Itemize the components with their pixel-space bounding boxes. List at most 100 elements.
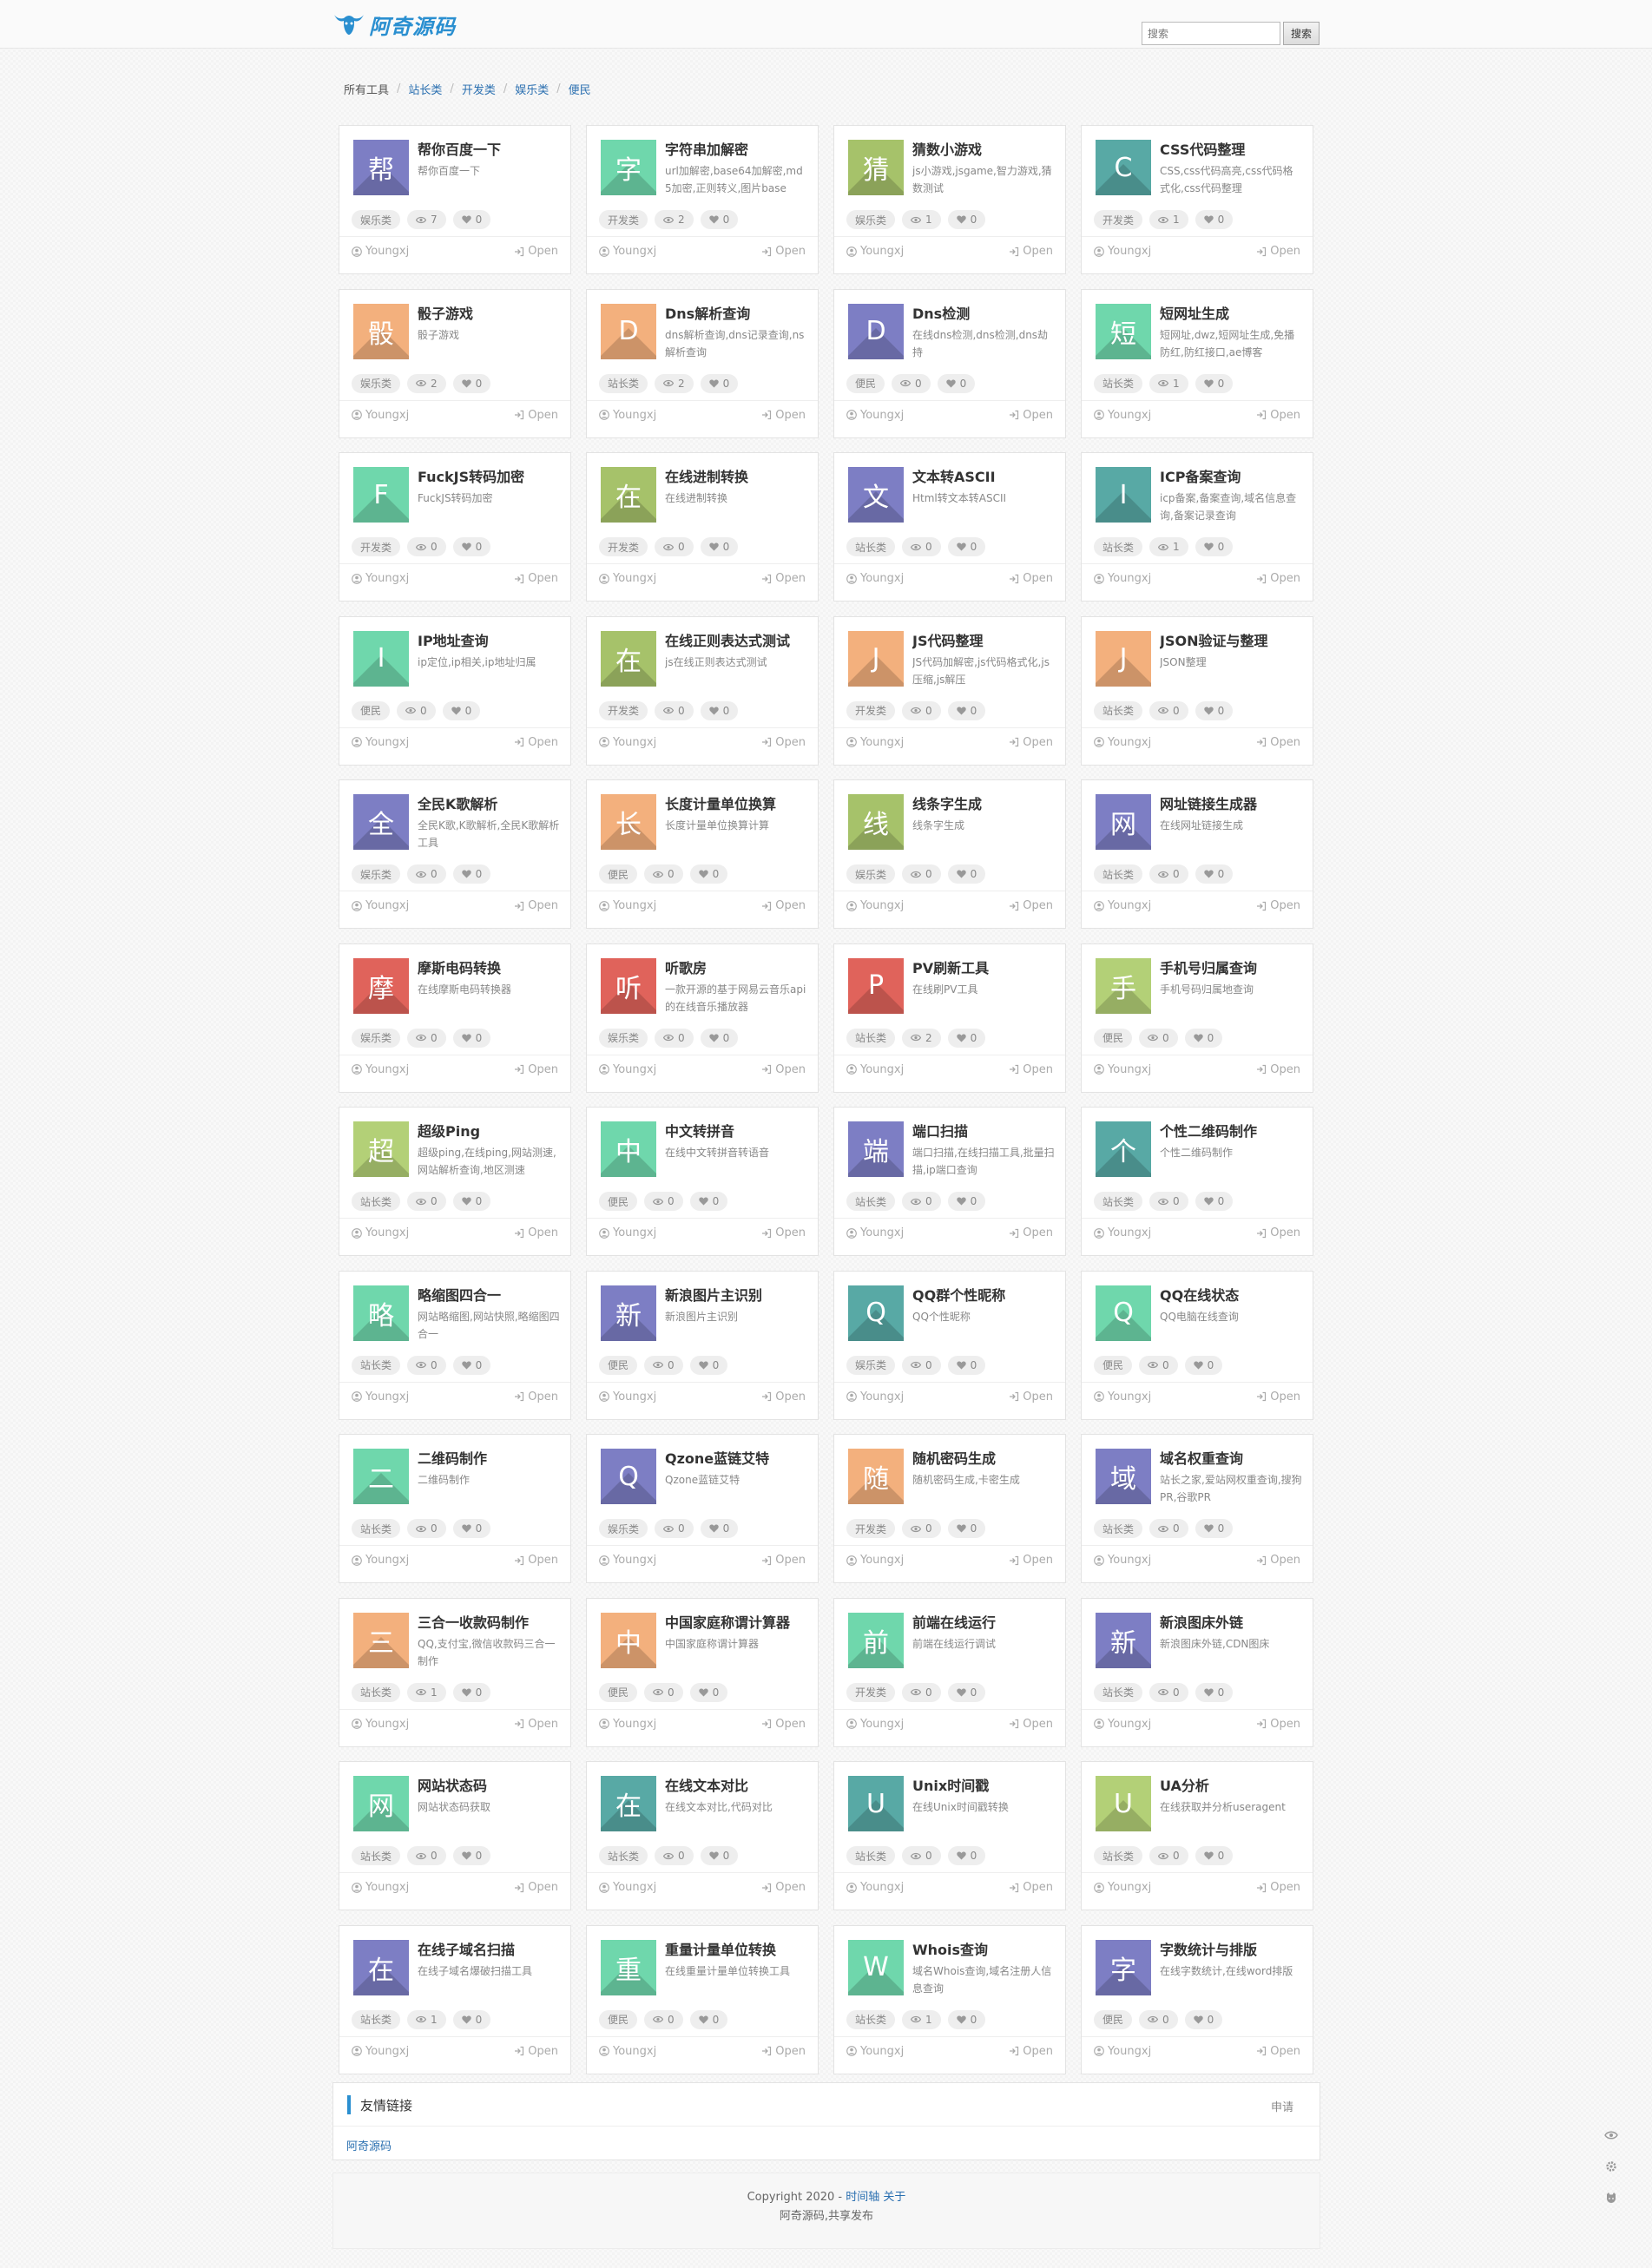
tool-title[interactable]: 猜数小游戏 bbox=[912, 138, 1058, 159]
like-count[interactable]: 0 bbox=[689, 1192, 728, 1211]
about-link[interactable]: 关于 bbox=[883, 2191, 905, 2204]
category-badge[interactable]: 站长类 bbox=[1094, 1846, 1143, 1865]
tool-title[interactable]: UA分析 bbox=[1160, 1774, 1306, 1795]
category-badge[interactable]: 娱乐类 bbox=[599, 1028, 648, 1048]
tool-title[interactable]: 手机号归属查询 bbox=[1160, 957, 1306, 977]
like-count[interactable]: 0 bbox=[452, 373, 491, 393]
open-link[interactable]: Open bbox=[761, 899, 806, 912]
open-link[interactable]: Open bbox=[514, 899, 558, 912]
category-badge[interactable]: 站长类 bbox=[846, 1846, 896, 1865]
site-logo[interactable]: 阿奇源码 bbox=[332, 7, 456, 42]
like-count[interactable]: 0 bbox=[947, 864, 986, 884]
tool-title[interactable]: 域名权重查询 bbox=[1160, 1447, 1306, 1468]
tool-title[interactable]: 帮你百度一下 bbox=[418, 138, 563, 159]
tool-title[interactable]: 三合一收款码制作 bbox=[418, 1611, 563, 1632]
tool-card[interactable]: D Dns检测 在线dns检测,dns检测,dns劫持 便民 0 0 Youngxj Open bbox=[833, 288, 1066, 438]
breadcrumb-item[interactable]: 开发类 bbox=[462, 81, 496, 97]
tool-title[interactable]: 略缩图四合一 bbox=[418, 1284, 563, 1305]
like-count[interactable]: 0 bbox=[700, 210, 739, 229]
like-count[interactable]: 0 bbox=[947, 1682, 986, 1702]
open-link[interactable]: Open bbox=[761, 1063, 806, 1076]
open-link[interactable]: Open bbox=[1256, 1390, 1300, 1404]
tool-card[interactable]: D Dns解析查询 dns解析查询,dns记录查询,ns解析查询 站长类 2 0 Young… bbox=[586, 288, 819, 438]
like-count[interactable]: 0 bbox=[689, 1355, 728, 1375]
like-count[interactable]: 0 bbox=[700, 1519, 739, 1538]
like-count[interactable]: 0 bbox=[452, 864, 491, 884]
tool-card[interactable]: 摩 摩斯电码转换 在线摩斯电码转换器 娱乐类 0 0 Youngxj Open bbox=[339, 943, 571, 1093]
like-count[interactable]: 0 bbox=[1184, 2009, 1223, 2029]
like-count[interactable]: 0 bbox=[700, 1846, 739, 1865]
like-count[interactable]: 0 bbox=[1195, 1192, 1234, 1211]
tool-title[interactable]: 在线文本对比 bbox=[665, 1774, 811, 1795]
like-count[interactable]: 0 bbox=[947, 1519, 986, 1538]
tool-title[interactable]: JSON验证与整理 bbox=[1160, 629, 1306, 650]
open-link[interactable]: Open bbox=[1009, 899, 1053, 912]
tool-card[interactable]: Q QQ群个性昵称 QQ个性昵称 娱乐类 0 0 Youngxj Open bbox=[833, 1270, 1066, 1420]
tool-card[interactable]: 个个性二维码制作 个性二维码制作 站长类 0 0 Youngxj Open bbox=[1081, 1107, 1313, 1256]
category-badge[interactable]: 便民 bbox=[1094, 1028, 1133, 1048]
open-link[interactable]: Open bbox=[761, 1554, 806, 1567]
tool-title[interactable]: 短网址生成 bbox=[1160, 302, 1306, 323]
open-link[interactable]: Open bbox=[1256, 2045, 1300, 2058]
category-badge[interactable]: 站长类 bbox=[352, 1192, 401, 1211]
open-link[interactable]: Open bbox=[1009, 245, 1053, 258]
category-badge[interactable]: 站长类 bbox=[1094, 1192, 1143, 1211]
open-link[interactable]: Open bbox=[1256, 1881, 1300, 1894]
category-badge[interactable]: 便民 bbox=[1094, 2009, 1133, 2029]
tool-card[interactable]: 新 新浪图床外链 新浪图床外链,CDN图床 站长类 0 0 Youngxj Open bbox=[1081, 1597, 1313, 1747]
category-badge[interactable]: 娱乐类 bbox=[352, 864, 401, 884]
open-link[interactable]: Open bbox=[1256, 572, 1300, 585]
search-input[interactable] bbox=[1142, 22, 1280, 45]
category-badge[interactable]: 站长类 bbox=[352, 1682, 401, 1702]
tool-title[interactable]: Whois查询 bbox=[912, 1938, 1058, 1959]
open-link[interactable]: Open bbox=[1256, 1554, 1300, 1567]
like-count[interactable]: 0 bbox=[700, 537, 739, 556]
open-link[interactable]: Open bbox=[761, 245, 806, 258]
apply-link[interactable]: 申请 bbox=[1271, 2098, 1293, 2114]
category-badge[interactable]: 开发类 bbox=[846, 1682, 896, 1702]
like-count[interactable]: 0 bbox=[700, 373, 739, 393]
like-count[interactable]: 0 bbox=[452, 1192, 491, 1211]
timeline-link[interactable]: 时间轴 bbox=[846, 2191, 879, 2204]
tool-card[interactable]: 在在线进制转换 在线进制转换 开发类 0 0 Youngxj Open bbox=[586, 452, 819, 602]
open-link[interactable]: Open bbox=[761, 1226, 806, 1239]
tool-card[interactable]: J JSON验证与整理 JSON整理 站长类 0 0 Youngxj Open bbox=[1081, 615, 1313, 766]
like-count[interactable]: 0 bbox=[1195, 210, 1234, 229]
tool-card[interactable]: I ICP备案查询 icp备案,备案查询,域名信息查询,备案记录查询 站长类 1 0 You… bbox=[1081, 452, 1313, 602]
category-badge[interactable]: 娱乐类 bbox=[352, 1028, 401, 1048]
like-count[interactable]: 0 bbox=[947, 1846, 986, 1865]
tool-card[interactable]: 全 全民K歌解析 全民K歌,K歌解析,全民K歌解析工具 娱乐类 0 0 Youngxj Ope… bbox=[339, 779, 571, 929]
tool-title[interactable]: 文本转ASCII bbox=[912, 465, 1058, 486]
tool-card[interactable]: J JS代码整理 JS代码加解密,js代码格式化,js压缩,js解压 开发类 0 0 You… bbox=[833, 615, 1066, 766]
category-badge[interactable]: 开发类 bbox=[846, 1519, 896, 1538]
open-link[interactable]: Open bbox=[1009, 1226, 1053, 1239]
tool-card[interactable]: 中中国家庭称谓计算器 中国家庭称谓计算器 便民 0 0 Youngxj Open bbox=[586, 1597, 819, 1747]
category-badge[interactable]: 娱乐类 bbox=[846, 864, 896, 884]
category-badge[interactable]: 站长类 bbox=[846, 1028, 896, 1048]
category-badge[interactable]: 娱乐类 bbox=[599, 1519, 648, 1538]
tool-card[interactable]: 字 字数统计与排版 在线字数统计,在线word排版 便民 0 0 Youngxj Open bbox=[1081, 1924, 1313, 2074]
like-count[interactable]: 0 bbox=[452, 537, 491, 556]
tool-card[interactable]: 端 端口扫描 端口扫描,在线扫描工具,批量扫描,ip端口查询 站长类 0 0 Youngxj… bbox=[833, 1107, 1066, 1256]
open-link[interactable]: Open bbox=[1009, 409, 1053, 422]
tool-title[interactable]: CSS代码整理 bbox=[1160, 138, 1306, 159]
open-link[interactable]: Open bbox=[761, 1881, 806, 1894]
category-badge[interactable]: 站长类 bbox=[1094, 1682, 1143, 1702]
category-badge[interactable]: 娱乐类 bbox=[352, 373, 401, 393]
open-link[interactable]: Open bbox=[761, 409, 806, 422]
tool-title[interactable]: 随机密码生成 bbox=[912, 1447, 1058, 1468]
tool-card[interactable]: I IP地址查询 ip定位,ip相关,ip地址归属 便民 0 0 Youngxj Open bbox=[339, 615, 571, 766]
tool-title[interactable]: QQ群个性昵称 bbox=[912, 1284, 1058, 1305]
category-badge[interactable]: 便民 bbox=[599, 1192, 638, 1211]
category-badge[interactable]: 站长类 bbox=[1094, 373, 1143, 393]
category-badge[interactable]: 站长类 bbox=[846, 2009, 896, 2029]
tool-card[interactable]: 重 重量计量单位转换 在线重量计量单位转换工具 便民 0 0 Youngxj Open bbox=[586, 1924, 819, 2074]
category-badge[interactable]: 娱乐类 bbox=[846, 210, 896, 229]
tool-card[interactable]: C CSS代码整理 CSS,css代码高亮,css代码格式化,css代码整理 开发类 1… bbox=[1081, 125, 1313, 274]
open-link[interactable]: Open bbox=[514, 736, 558, 749]
tool-title[interactable]: Unix时间戳 bbox=[912, 1774, 1058, 1795]
like-count[interactable]: 0 bbox=[442, 700, 481, 720]
open-link[interactable]: Open bbox=[1009, 572, 1053, 585]
category-badge[interactable]: 站长类 bbox=[1094, 864, 1143, 884]
like-count[interactable]: 0 bbox=[947, 1192, 986, 1211]
